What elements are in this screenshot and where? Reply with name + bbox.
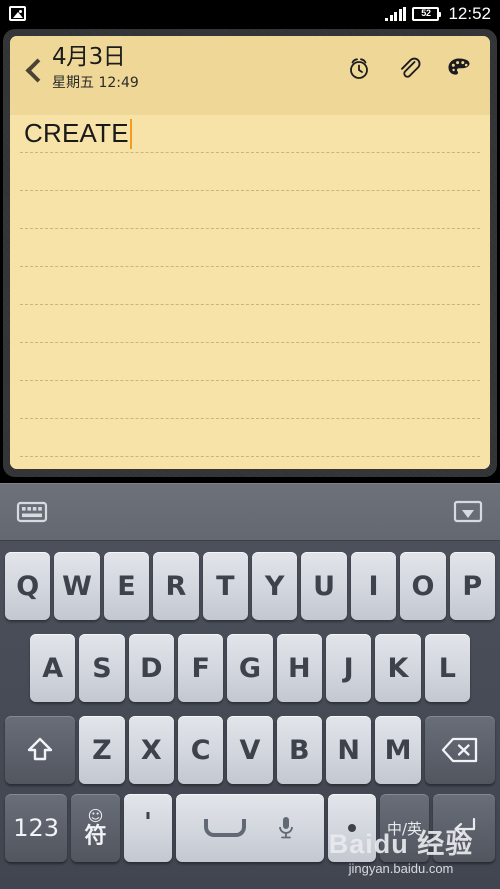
key-f[interactable]: F — [178, 634, 224, 702]
keyboard-switch-icon-svg — [16, 501, 48, 523]
note-date-title: 4月3日 — [52, 44, 126, 70]
symbol-key-label: 符 — [84, 823, 107, 849]
note-rule — [20, 342, 480, 343]
photo-icon — [9, 6, 26, 21]
keyboard-switch-icon[interactable] — [14, 497, 50, 527]
key-x[interactable]: X — [128, 716, 174, 784]
keyboard-row-1: Q W E R T Y U I O P — [2, 545, 498, 627]
key-p[interactable]: P — [449, 552, 496, 620]
text-caret — [129, 118, 132, 149]
note-title-group: 4月3日 星期五 12:49 — [52, 42, 346, 93]
key-i[interactable]: I — [350, 552, 397, 620]
key-y[interactable]: Y — [252, 552, 298, 620]
key-j[interactable]: J — [325, 634, 372, 702]
key-t[interactable]: T — [202, 552, 248, 620]
attachment-icon-svg — [401, 57, 421, 78]
back-button[interactable] — [14, 42, 52, 98]
backspace-icon — [441, 737, 477, 763]
numeric-key[interactable]: 123 — [5, 794, 68, 862]
period-dot-icon — [348, 824, 357, 832]
apostrophe-key[interactable]: ' — [123, 794, 173, 862]
key-q[interactable]: Q — [4, 552, 51, 620]
microphone-icon[interactable] — [276, 813, 296, 843]
key-a[interactable]: A — [30, 634, 76, 702]
keyboard: Q W E R T Y U I O P A S D F G H J K L Z … — [0, 483, 500, 889]
alarm-icon-svg — [350, 58, 368, 79]
status-bar-left — [9, 6, 26, 21]
signal-bars-icon — [385, 6, 407, 21]
note-header: 4月3日 星期五 12:49 — [10, 36, 490, 115]
key-w[interactable]: W — [54, 552, 100, 620]
key-k[interactable]: K — [375, 634, 421, 702]
space-key[interactable] — [176, 794, 324, 862]
emoji-icon: ☺ — [87, 806, 104, 825]
note-rule — [20, 228, 480, 229]
status-bar: 52 12:52 — [0, 0, 500, 27]
palette-icon-svg — [448, 58, 470, 75]
note-rule — [20, 266, 480, 267]
key-l[interactable]: L — [424, 634, 470, 702]
symbol-key[interactable]: ☺ 符 — [71, 794, 120, 862]
shift-key[interactable] — [5, 716, 76, 784]
keyboard-row-3: Z X C V B N M — [2, 709, 498, 791]
language-toggle-key[interactable]: 中/英 — [380, 794, 429, 862]
note-body[interactable]: CREATE — [10, 115, 490, 469]
space-bar-icon — [204, 819, 246, 837]
attachment-icon[interactable] — [396, 55, 422, 81]
apostrophe-label: ' — [143, 808, 152, 838]
keyboard-row-2: A S D F G H J K L — [2, 627, 498, 709]
palette-icon[interactable] — [446, 55, 472, 81]
shift-arrow-icon — [27, 737, 53, 761]
keyboard-row-4: 123 ☺ 符 ' 中/英 — [2, 791, 498, 865]
key-h[interactable]: H — [276, 634, 322, 702]
phone-screen: 52 12:52 4月3日 星期五 12:49 CREATE Q W E R T… — [0, 0, 500, 889]
key-n[interactable]: N — [326, 716, 372, 784]
note-rule — [20, 152, 480, 153]
period-key[interactable] — [327, 794, 377, 862]
key-c[interactable]: C — [177, 716, 224, 784]
hide-keyboard-icon-svg — [453, 500, 483, 523]
status-bar-clock: 12:52 — [448, 4, 491, 23]
battery-icon: 52 — [412, 6, 442, 21]
key-o[interactable]: O — [400, 552, 446, 620]
key-b[interactable]: B — [276, 716, 323, 784]
note-card-frame: 4月3日 星期五 12:49 CREATE — [3, 29, 497, 477]
enter-key-icon — [454, 817, 475, 836]
note-text-line[interactable]: CREATE — [24, 115, 132, 152]
note-card: 4月3日 星期五 12:49 CREATE — [10, 36, 490, 469]
key-v[interactable]: V — [227, 716, 273, 784]
note-rule — [20, 418, 480, 419]
status-bar-right: 52 12:52 — [385, 5, 491, 22]
alarm-icon[interactable] — [346, 55, 372, 81]
note-rule — [20, 304, 480, 305]
chevron-left-icon — [26, 58, 40, 82]
key-g[interactable]: G — [227, 634, 273, 702]
keyboard-rows: Q W E R T Y U I O P A S D F G H J K L Z … — [0, 541, 500, 889]
key-u[interactable]: U — [301, 552, 347, 620]
note-rule — [20, 456, 480, 457]
key-m[interactable]: M — [375, 716, 421, 784]
note-rule — [20, 380, 480, 381]
key-r[interactable]: R — [153, 552, 199, 620]
note-text-value: CREATE — [24, 118, 129, 148]
key-z[interactable]: Z — [79, 716, 125, 784]
key-e[interactable]: E — [103, 552, 150, 620]
keyboard-toolbar — [0, 483, 500, 541]
battery-level-label: 52 — [421, 8, 431, 18]
enter-key[interactable] — [432, 794, 496, 862]
backspace-key[interactable] — [424, 716, 495, 784]
space-key-inner — [176, 813, 324, 843]
key-d[interactable]: D — [128, 634, 174, 702]
symbol-key-stack: ☺ 符 — [84, 806, 107, 849]
hide-keyboard-icon[interactable] — [450, 497, 486, 527]
language-toggle-label: 中/英 — [386, 819, 423, 838]
key-s[interactable]: S — [79, 634, 125, 702]
note-header-actions — [346, 42, 478, 81]
note-subtitle: 星期五 12:49 — [52, 75, 139, 91]
note-rule — [20, 190, 480, 191]
